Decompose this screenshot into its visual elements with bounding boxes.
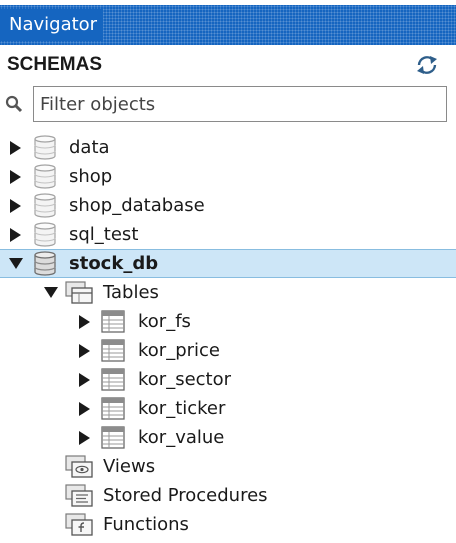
tree-item-table[interactable]: kor_value xyxy=(0,423,456,452)
group-label: Views xyxy=(103,456,156,477)
collapse-arrow-icon[interactable] xyxy=(44,286,58,299)
schema-label: data xyxy=(69,137,110,158)
schema-label: shop_database xyxy=(69,195,205,216)
tree-item-schema[interactable]: data xyxy=(0,133,456,162)
tables-folder-icon xyxy=(65,281,93,304)
navigator-titlebar: Navigator xyxy=(0,5,456,45)
tree-item-tables-group[interactable]: Tables xyxy=(0,278,456,307)
schemas-header: SCHEMAS xyxy=(0,50,456,80)
table-icon xyxy=(101,310,125,333)
table-label: kor_ticker xyxy=(138,398,226,419)
group-label: Stored Procedures xyxy=(103,485,268,506)
expand-arrow-icon[interactable] xyxy=(9,170,22,184)
expand-arrow-icon[interactable] xyxy=(78,431,91,445)
expand-arrow-icon[interactable] xyxy=(9,228,22,242)
table-icon xyxy=(101,397,125,420)
table-label: kor_sector xyxy=(138,369,232,390)
table-icon xyxy=(101,339,125,362)
expand-arrow-icon[interactable] xyxy=(9,141,22,155)
stored-procedures-folder-icon xyxy=(65,484,93,507)
tree-item-schema[interactable]: shop_database xyxy=(0,191,456,220)
tree-item-table[interactable]: kor_fs xyxy=(0,307,456,336)
collapse-arrow-icon[interactable] xyxy=(9,257,23,270)
table-icon xyxy=(101,368,125,391)
tree-item-functions-group[interactable]: Functions xyxy=(0,510,456,539)
tree-item-views-group[interactable]: Views xyxy=(0,452,456,481)
search-icon xyxy=(5,95,23,113)
expand-arrow-icon[interactable] xyxy=(9,199,22,213)
filter-objects-input[interactable] xyxy=(33,86,447,122)
tree-item-schema[interactable]: sql_test xyxy=(0,220,456,249)
schema-label: shop xyxy=(69,166,113,187)
refresh-icon[interactable] xyxy=(414,53,440,77)
database-icon xyxy=(34,164,56,189)
schema-label: stock_db xyxy=(69,253,159,274)
database-icon xyxy=(34,135,56,160)
expand-arrow-icon[interactable] xyxy=(78,315,91,329)
database-icon xyxy=(34,251,56,276)
tree-item-schema[interactable]: shop xyxy=(0,162,456,191)
table-label: kor_fs xyxy=(138,311,191,332)
group-label: Functions xyxy=(103,514,189,535)
tree-item-table[interactable]: kor_price xyxy=(0,336,456,365)
group-label: Tables xyxy=(103,282,159,303)
navigator-title: Navigator xyxy=(0,9,104,41)
expand-arrow-icon[interactable] xyxy=(78,402,91,416)
database-icon xyxy=(34,193,56,218)
tree-item-schema-selected[interactable]: stock_db xyxy=(0,249,456,278)
views-folder-icon xyxy=(65,455,93,478)
table-icon xyxy=(101,426,125,449)
table-label: kor_value xyxy=(138,427,225,448)
functions-folder-icon xyxy=(65,513,93,536)
table-label: kor_price xyxy=(138,340,220,361)
tree-item-procedures-group[interactable]: Stored Procedures xyxy=(0,481,456,510)
schema-label: sql_test xyxy=(69,224,139,245)
tree-item-table[interactable]: kor_sector xyxy=(0,365,456,394)
expand-arrow-icon[interactable] xyxy=(78,373,91,387)
tree-item-table[interactable]: kor_ticker xyxy=(0,394,456,423)
schemas-title: SCHEMAS xyxy=(7,54,103,75)
expand-arrow-icon[interactable] xyxy=(78,344,91,358)
database-icon xyxy=(34,222,56,247)
